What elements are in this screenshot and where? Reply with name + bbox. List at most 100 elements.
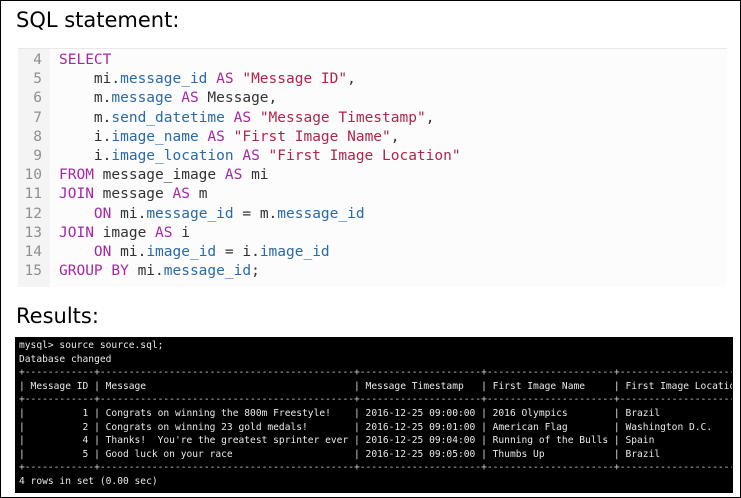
code-token: GROUP BY: [59, 263, 129, 280]
code-token: = i.: [216, 244, 260, 260]
code-text: m.send_datetime AS "Message Timestamp",: [59, 109, 435, 128]
code-text: JOIN message AS m: [59, 185, 207, 204]
code-token: message: [111, 90, 173, 107]
code-token: message_id: [163, 263, 252, 280]
code-token: image_name: [111, 128, 199, 145]
code-token: AS: [172, 186, 190, 203]
line-number: 11: [18, 185, 42, 205]
sql-code-block: 4 SELECT 5 mi.message_id AS "Message ID", 6…: [18, 48, 727, 287]
code-text: mi.message_id AS "Message ID",: [59, 70, 356, 89]
code-token: AS: [224, 109, 260, 126]
code-token: SELECT: [59, 52, 112, 68]
code-token: ;: [251, 263, 260, 280]
code-line: 14 ON mi.image_id = i.image_id: [18, 243, 727, 262]
code-token: image: [93, 224, 156, 241]
code-line: 6 m.message AS Message,: [18, 89, 727, 109]
code-token: mi: [242, 167, 269, 184]
code-token: image_id: [259, 244, 330, 260]
code-text: i.image_location AS "First Image Locatio…: [59, 147, 461, 166]
code-token: m.: [59, 90, 112, 107]
code-text: GROUP BY mi.message_id;: [59, 262, 260, 281]
table-row: | 4 | Thanks! You're the greatest sprint…: [19, 435, 733, 447]
code-line: 8 i.image_name AS "First Image Name",: [18, 127, 727, 147]
code-token: message_image: [93, 167, 225, 184]
code-line: 7 m.send_datetime AS "Message Timestamp"…: [18, 108, 727, 128]
code-token: JOIN: [59, 224, 94, 241]
code-token: image_location: [111, 148, 234, 164]
code-token: i.: [59, 128, 112, 145]
line-number: 5: [18, 70, 42, 90]
code-token: mi.: [59, 71, 121, 88]
code-token: AS: [198, 128, 234, 145]
code-text: ON mi.image_id = i.image_id: [59, 243, 330, 262]
table-row: | 5 | Good luck on your race | 2016-12-2…: [19, 448, 733, 460]
line-number: 15: [18, 262, 42, 282]
line-number: 7: [18, 108, 42, 128]
code-line: 10 FROM message_image AS mi: [18, 166, 727, 186]
line-number: 9: [18, 147, 42, 166]
code-token: mi.: [128, 263, 164, 280]
line-number: 6: [18, 89, 42, 109]
code-token: AS: [155, 224, 173, 241]
table-row: | 2 | Congrats on winning 23 gold medals…: [19, 421, 733, 433]
code-text: SELECT: [59, 51, 111, 70]
code-token: AS: [224, 167, 243, 184]
code-token: AS: [207, 71, 243, 88]
terminal-command: mysql> source source.sql;: [19, 340, 164, 351]
code-text: JOIN image AS i: [59, 224, 190, 243]
code-token: mi.: [111, 205, 147, 222]
code-token: message_id: [146, 205, 234, 222]
code-token: FROM: [59, 167, 94, 184]
code-token: i.: [59, 148, 112, 164]
code-token: mi.: [111, 244, 147, 260]
code-line: 15 GROUP BY mi.message_id;: [18, 262, 727, 282]
terminal-footer: 4 rows in set (0.00 sec): [19, 476, 158, 487]
code-token: AS: [233, 148, 269, 164]
code-line: 13 JOIN image AS i: [18, 223, 727, 243]
code-text: FROM message_image AS mi: [59, 166, 269, 185]
table-border: +------------+--------------------------…: [19, 462, 733, 474]
line-number: 13: [18, 223, 42, 243]
code-token: m: [189, 186, 208, 203]
code-line: 5 mi.message_id AS "Message ID",: [18, 70, 727, 90]
table-border: +------------+--------------------------…: [19, 367, 733, 379]
code-line: 12 ON mi.message_id = m.message_id: [18, 204, 727, 224]
code-token: message_id: [277, 205, 365, 222]
code-token: m.: [59, 109, 112, 126]
code-token: ON: [59, 205, 112, 222]
mysql-terminal: mysql> source source.sql; Database change…: [15, 337, 733, 493]
code-token: ,: [425, 109, 435, 126]
code-token: ON: [59, 244, 112, 260]
code-text: i.image_name AS "First Image Name",: [59, 128, 400, 147]
code-token: Message,: [207, 90, 278, 107]
code-line: 11 JOIN message AS m: [18, 185, 727, 205]
code-token: send_datetime: [111, 109, 225, 126]
line-number: 8: [18, 127, 42, 147]
code-token: AS: [172, 90, 208, 107]
code-line: 9 i.image_location AS "First Image Locat…: [18, 147, 727, 166]
line-number: 4: [18, 51, 42, 70]
code-token: message: [93, 186, 173, 203]
code-token: image_id: [146, 244, 217, 260]
code-token: ,: [390, 128, 400, 145]
terminal-status: Database changed: [19, 353, 112, 365]
code-token: ,: [347, 71, 356, 88]
code-token: i: [172, 224, 190, 241]
code-token: = m.: [233, 205, 278, 222]
results-heading: Results:: [16, 304, 99, 328]
code-token: message_id: [120, 71, 208, 88]
sql-statement-heading: SQL statement:: [16, 8, 180, 32]
line-number: 14: [18, 243, 42, 262]
code-token: "Message Timestamp": [259, 109, 426, 126]
line-number: 10: [18, 166, 42, 186]
code-line: 4 SELECT: [18, 51, 727, 70]
code-token: "Message ID": [242, 71, 348, 88]
code-text: ON mi.message_id = m.message_id: [59, 205, 365, 224]
table-header-row: | Message ID | Message | Message Timesta…: [19, 380, 733, 392]
document-frame: SQL statement: 4 SELECT 5 mi.message_id AS…: [0, 0, 741, 498]
line-number: 12: [18, 204, 42, 224]
code-token: JOIN: [59, 186, 94, 203]
code-token: "First Image Name": [233, 128, 391, 145]
table-row: | 1 | Congrats on winning the 800m Frees…: [19, 408, 733, 419]
table-border: +------------+--------------------------…: [19, 394, 733, 406]
